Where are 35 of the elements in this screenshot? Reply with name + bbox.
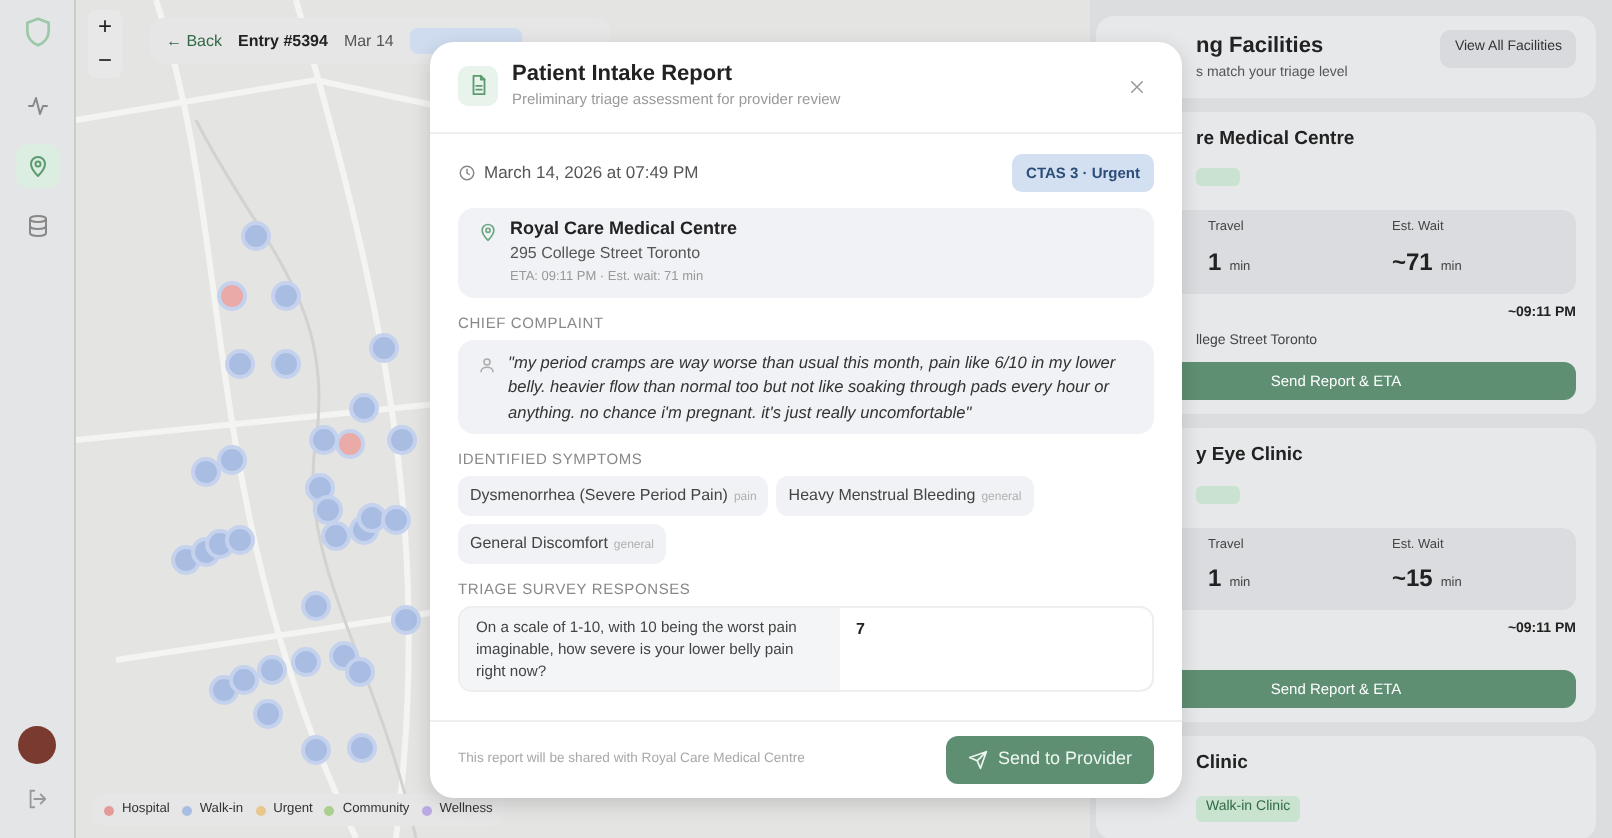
activity-icon (25, 94, 49, 118)
avatar-circle[interactable] (18, 726, 56, 764)
facility-address: 295 College Street Toronto (510, 243, 703, 265)
map-pin-icon (478, 222, 498, 243)
symptom-name: Heavy Menstrual Bleeding (788, 486, 976, 505)
map-pin-icon (25, 154, 49, 178)
stat-value: 1 (1208, 248, 1222, 276)
close-icon (1128, 78, 1146, 97)
document-icon (467, 74, 489, 97)
survey-answer: 7 (854, 618, 867, 643)
facility-name: Clinic (1196, 750, 1250, 778)
facility-name: Royal Care Medical Centre (510, 218, 738, 242)
entry-date: Mar 14 (343, 29, 394, 53)
clock-icon (458, 164, 476, 183)
report-timestamp: March 14, 2026 at 07:49 PM (484, 160, 699, 186)
back-link[interactable]: ← Back (166, 29, 223, 53)
facility-name: re Medical Centre (1196, 126, 1357, 154)
symptom-name: Dysmenorrhea (Severe Period Pain) (470, 486, 728, 505)
entry-number: Entry #5394 (238, 29, 328, 53)
zoom-out-button[interactable]: − (97, 44, 112, 78)
send-icon (967, 749, 988, 770)
logout-icon (26, 788, 48, 810)
stat-value: ~15 (1392, 564, 1433, 593)
sidebar-nav-item[interactable] (15, 144, 59, 188)
shield-logo-icon (21, 16, 53, 48)
stat-value: 1 (1208, 564, 1222, 593)
person-icon (478, 356, 496, 375)
dialog-title: Patient Intake Report (512, 61, 735, 88)
send-to-provider-button[interactable]: Send to Provider (945, 736, 1154, 783)
panel-title: ng Facilities (1196, 32, 1326, 62)
stat-value: ~71 (1392, 248, 1433, 276)
symptom-name: General Discomfort (470, 534, 608, 553)
zoom-in-button[interactable]: + (97, 10, 112, 44)
facility-name: y Eye Clinic (1196, 442, 1305, 471)
database-icon (25, 214, 49, 238)
